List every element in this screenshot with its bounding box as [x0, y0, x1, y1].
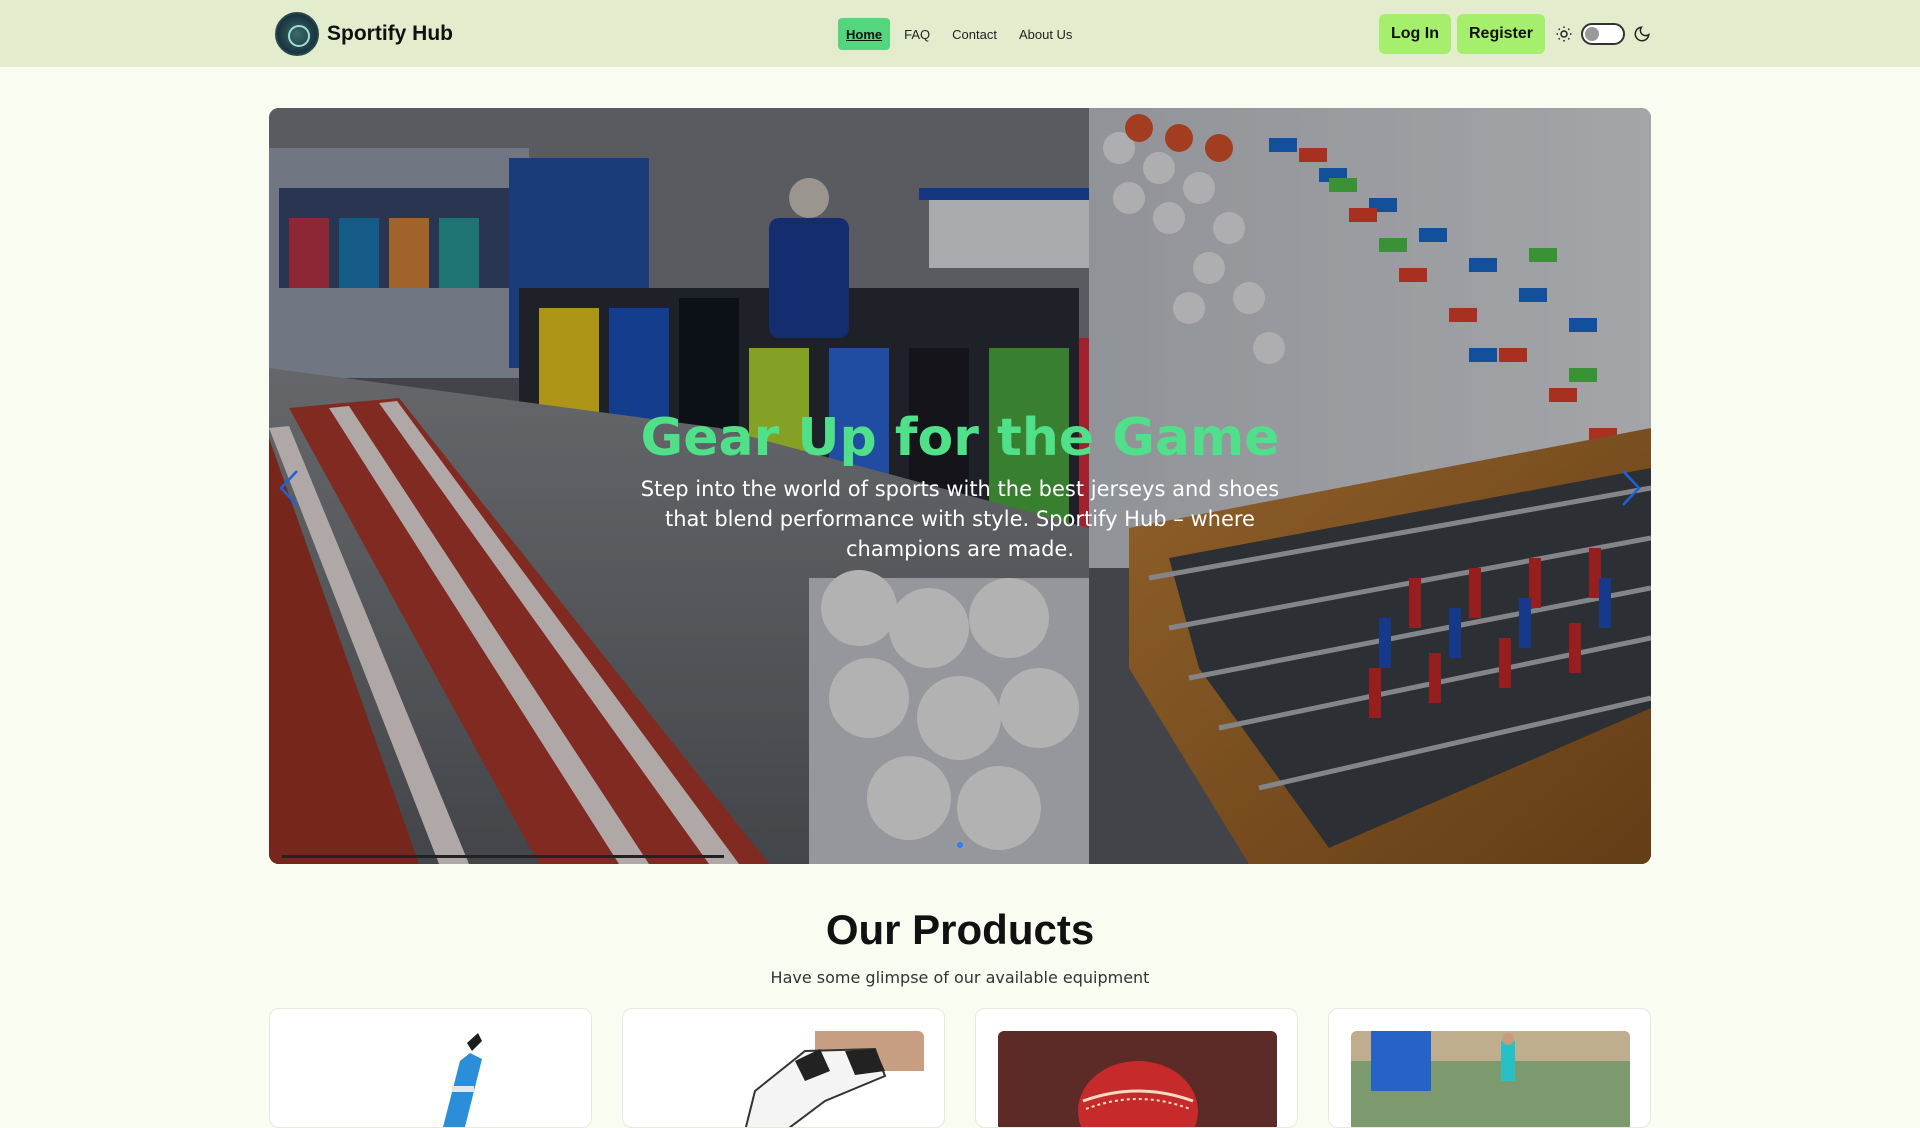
chevron-right-icon[interactable] [1615, 463, 1645, 513]
brand[interactable]: Sportify Hub [275, 12, 453, 56]
hero-subtitle: Step into the world of sports with the b… [640, 477, 1280, 561]
nav-link-faq[interactable]: FAQ [896, 18, 938, 50]
chevron-left-icon[interactable] [275, 463, 305, 513]
products-subtitle: Have some glimpse of our available equip… [770, 968, 1150, 987]
auth-actions: Log In Register [1379, 14, 1651, 54]
product-cards [269, 1008, 1651, 1128]
product-card[interactable] [269, 1008, 592, 1128]
product-card[interactable] [622, 1008, 945, 1128]
products-title: Our Products [825, 906, 1095, 953]
carousel-dot[interactable] [957, 842, 963, 848]
carousel-dots [269, 842, 1651, 848]
sun-icon [1556, 26, 1572, 42]
theme-switcher [1555, 23, 1651, 45]
logo-icon [275, 12, 319, 56]
hero-caption: Gear Up for the Game Step into the world… [269, 408, 1651, 564]
register-button[interactable]: Register [1456, 14, 1546, 54]
moon-icon [1634, 26, 1650, 42]
carousel-progress-bar [282, 855, 724, 858]
hero-carousel: Gear Up for the Game Step into the world… [269, 108, 1651, 864]
nav-link-about-us[interactable]: About Us [1011, 18, 1080, 50]
nav-link-home[interactable]: Home [838, 18, 891, 50]
navbar: Sportify Hub Home FAQ Contact About Us L… [0, 0, 1920, 67]
login-button[interactable]: Log In [1379, 14, 1451, 54]
product-card[interactable] [975, 1008, 1298, 1128]
nav-links: Home FAQ Contact About Us [838, 18, 1086, 50]
nav-link-contact[interactable]: Contact [944, 18, 1005, 50]
theme-toggle[interactable] [1581, 23, 1626, 45]
hero-title: Gear Up for the Game [640, 408, 1280, 468]
product-card[interactable] [1328, 1008, 1651, 1128]
brand-name: Sportify Hub [327, 22, 453, 45]
